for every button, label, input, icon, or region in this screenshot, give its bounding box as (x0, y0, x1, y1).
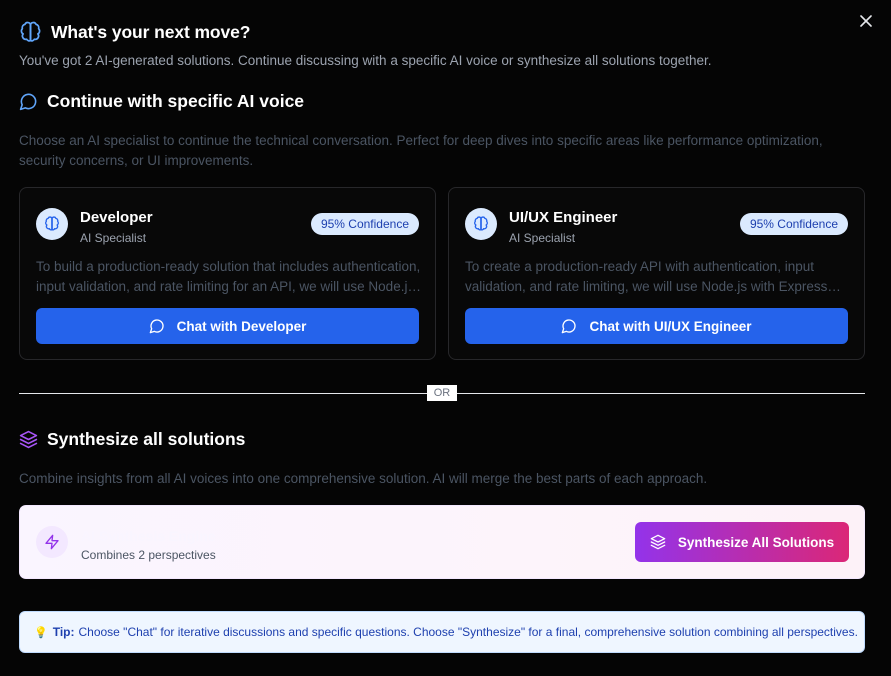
avatar (36, 208, 68, 240)
chat-bubble-icon (562, 319, 577, 334)
ai-voice-card-uiux-engineer: UI/UX Engineer AI Specialist 95% Confide… (448, 187, 865, 360)
chat-bubble-icon (19, 93, 37, 111)
lightning-icon (45, 534, 59, 550)
confidence-badge: 95% Confidence (739, 213, 848, 235)
brain-icon (45, 216, 59, 231)
synthesize-all-button[interactable]: Synthesize All Solutions (635, 522, 849, 562)
lightbulb-icon: 💡 (34, 626, 48, 639)
layers-icon (650, 534, 666, 550)
dialog-title: What's your next move? (51, 22, 251, 42)
voice-section-title: Continue with specific AI voice (47, 91, 305, 111)
synth-section-header: Synthesize all solutions (19, 429, 245, 450)
next-move-dialog: What's your next move? You've got 2 AI-g… (0, 0, 891, 676)
layers-icon (19, 430, 38, 449)
synthesis-engine-title: AI Synthesis Engine (81, 528, 216, 544)
voice-role: AI Specialist (80, 231, 147, 245)
brain-icon (20, 21, 41, 42)
dialog-subtitle: You've got 2 AI-generated solutions. Con… (19, 53, 712, 68)
brain-icon (474, 216, 488, 231)
chat-with-uiux-engineer-button[interactable]: Chat with UI/UX Engineer (465, 308, 848, 344)
ai-voice-card-developer: Developer AI Specialist 95% Confidence T… (19, 187, 436, 360)
voice-section-description: Choose an AI specialist to continue the … (19, 133, 823, 168)
tip-label: Tip: (52, 625, 75, 639)
perspectives-count: Combines 2 perspectives (81, 548, 216, 562)
voice-section-header: Continue with specific AI voice (19, 91, 304, 112)
dialog-header: What's your next move? (19, 21, 250, 44)
synthesis-panel: AI Synthesis Engine Combines 2 perspecti… (19, 505, 865, 579)
voice-name: Developer (80, 209, 153, 226)
divider-label: OR (427, 385, 457, 401)
synthesize-button-label: Synthesize All Solutions (677, 534, 835, 550)
chat-button-label: Chat with Developer (176, 318, 307, 334)
chat-with-developer-button[interactable]: Chat with Developer (36, 308, 419, 344)
tip-box: 💡 Tip: Choose "Chat" for iterative discu… (19, 611, 865, 653)
synthesis-avatar (36, 526, 68, 558)
confidence-badge: 95% Confidence (310, 213, 419, 235)
voice-name: UI/UX Engineer (509, 209, 618, 226)
voice-role: AI Specialist (509, 231, 576, 245)
chat-button-label: Chat with UI/UX Engineer (589, 318, 752, 334)
close-button[interactable] (857, 12, 875, 30)
synth-section-title: Synthesize all solutions (47, 429, 246, 449)
solution-excerpt: To build a production-ready solution tha… (36, 259, 421, 294)
tip-text: Choose "Chat" for iterative discussions … (78, 625, 858, 639)
chat-bubble-icon (149, 319, 164, 334)
close-icon (860, 15, 872, 27)
synth-section-description: Combine insights from all AI voices into… (19, 471, 708, 486)
avatar (465, 208, 497, 240)
solution-excerpt: To create a production-ready API with au… (465, 259, 828, 294)
